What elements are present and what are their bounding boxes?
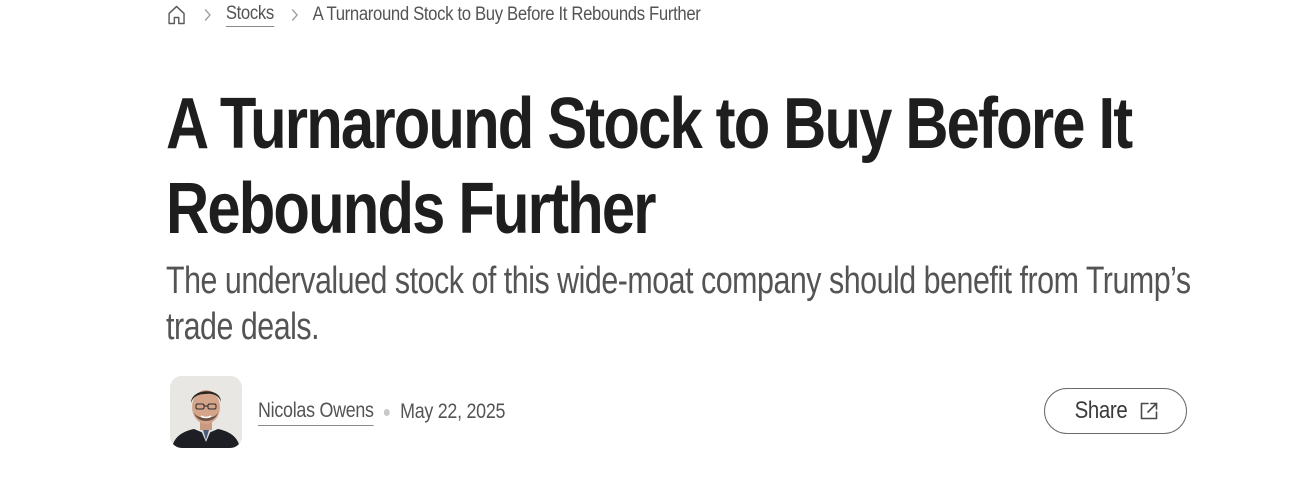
breadcrumb: Stocks A Turnaround Stock to Buy Before …	[166, 0, 701, 30]
breadcrumb-current: A Turnaround Stock to Buy Before It Rebo…	[312, 4, 701, 25]
byline-text: Nicolas Owens May 22, 2025	[258, 399, 505, 426]
author-avatar[interactable]	[170, 376, 242, 448]
article-headline: A Turnaround Stock to Buy Before It Rebo…	[166, 84, 1133, 249]
share-button[interactable]: Share	[1044, 388, 1187, 434]
external-link-icon	[1137, 399, 1161, 423]
breadcrumb-link-stocks[interactable]: Stocks	[225, 3, 274, 27]
byline: Nicolas Owens May 22, 2025	[170, 376, 549, 448]
share-button-label: Share	[1075, 397, 1128, 424]
author-link[interactable]: Nicolas Owens	[258, 399, 374, 426]
separator-dot	[383, 408, 390, 416]
home-icon[interactable]	[166, 3, 187, 27]
chevron-right-icon	[288, 8, 300, 22]
chevron-right-icon	[201, 8, 213, 22]
publish-date: May 22, 2025	[400, 400, 506, 423]
article-subheadline: The undervalued stock of this wide-moat …	[166, 260, 1191, 348]
